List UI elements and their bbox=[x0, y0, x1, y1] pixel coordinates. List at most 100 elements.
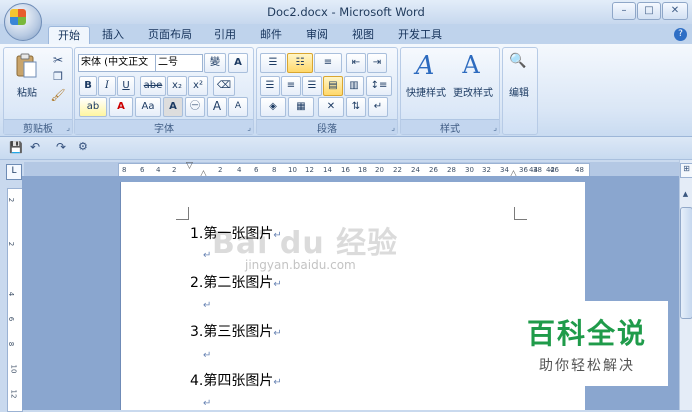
bullets-icon[interactable]: ☰ bbox=[260, 53, 286, 73]
window-title: Doc2.docx - Microsoft Word bbox=[267, 5, 425, 19]
office-logo-icon bbox=[10, 9, 26, 25]
maximize-button[interactable]: □ bbox=[637, 2, 661, 20]
tab-references[interactable]: 引用 bbox=[208, 26, 242, 44]
shrink-font-button[interactable]: A bbox=[228, 97, 248, 117]
paragraph-mark-icon: ↵ bbox=[203, 250, 212, 261]
strikethrough-button[interactable]: abe bbox=[140, 76, 166, 96]
superscript-button[interactable]: x² bbox=[188, 76, 208, 96]
ruler-tick-label: 2 bbox=[172, 166, 177, 174]
multilevel-list-icon[interactable]: ≡ bbox=[314, 53, 342, 73]
badge-title: 百科全说 bbox=[526, 317, 647, 350]
line-spacing-icon[interactable]: ↕≡ bbox=[366, 76, 392, 96]
font-name-combo[interactable]: 宋体 (中文正文 bbox=[78, 54, 156, 72]
format-painter-icon[interactable]: 🖌 bbox=[50, 88, 66, 102]
undo-icon[interactable]: ↶ bbox=[30, 140, 40, 154]
font-color-button[interactable]: A bbox=[109, 97, 133, 117]
ruler-tick-label: 44 bbox=[529, 166, 538, 174]
ruler-toggle-button[interactable]: L bbox=[6, 164, 22, 180]
paragraph-mark-icon: ↵ bbox=[203, 350, 212, 361]
close-button[interactable]: ✕ bbox=[662, 2, 688, 20]
customize-qat-icon[interactable]: ⚙ bbox=[78, 140, 88, 153]
enclose-characters-icon[interactable]: ㊀ bbox=[185, 97, 205, 117]
dialog-launcher-icon[interactable]: ⌟ bbox=[247, 123, 251, 132]
change-styles-icon[interactable]: A bbox=[454, 51, 488, 79]
list-item-text: 2.第二张图片 bbox=[190, 275, 274, 291]
font-size-combo[interactable]: 二号 bbox=[155, 54, 203, 72]
view-ruler-icon[interactable]: ⊞ bbox=[680, 163, 692, 178]
tab-view[interactable]: 视图 bbox=[346, 26, 380, 44]
character-shading-icon[interactable]: A bbox=[163, 97, 183, 117]
change-styles-label[interactable]: 更改样式 bbox=[449, 84, 497, 99]
borders-icon[interactable]: ▦ bbox=[288, 97, 314, 117]
ruler-tick-label: 18 bbox=[358, 166, 367, 174]
cut-icon[interactable]: ✂ bbox=[50, 53, 66, 67]
increase-indent-icon[interactable]: ⇥ bbox=[367, 53, 387, 73]
ruler-tick-label: 8 bbox=[272, 166, 277, 174]
dialog-launcher-icon[interactable]: ⌟ bbox=[66, 123, 70, 132]
change-case-button[interactable]: Aa bbox=[135, 97, 161, 117]
ruler-tick-label: 12 bbox=[305, 166, 314, 174]
tab-review[interactable]: 审阅 bbox=[300, 26, 334, 44]
dialog-launcher-icon[interactable]: ⌟ bbox=[493, 123, 497, 132]
paragraph-mark-icon: ↵ bbox=[273, 377, 282, 388]
dialog-launcher-icon[interactable]: ⌟ bbox=[391, 123, 395, 132]
ruler-tick-label: 8 bbox=[122, 166, 127, 174]
quick-styles-icon[interactable]: A bbox=[408, 51, 442, 81]
scroll-up-icon[interactable]: ▲ bbox=[680, 190, 691, 204]
distributed-icon[interactable]: ▥ bbox=[344, 76, 364, 96]
subscript-button[interactable]: x₂ bbox=[167, 76, 187, 96]
align-right-icon[interactable]: ☰ bbox=[302, 76, 322, 96]
list-item[interactable]: 3.第三张图片↵ bbox=[190, 321, 282, 341]
highlight-color-icon[interactable]: ab bbox=[79, 97, 107, 117]
align-left-icon[interactable]: ☰ bbox=[260, 76, 280, 96]
redo-icon[interactable]: ↷ bbox=[56, 140, 66, 154]
quick-styles-label[interactable]: 快捷样式 bbox=[402, 84, 450, 99]
quick-access-toolbar bbox=[0, 137, 692, 160]
chinese-layout-icon[interactable]: ✕ bbox=[318, 97, 344, 117]
list-item[interactable]: 2.第二张图片↵ bbox=[190, 272, 282, 292]
tab-developer[interactable]: 开发工具 bbox=[392, 26, 448, 44]
paste-button-label[interactable]: 粘贴 bbox=[12, 84, 42, 99]
editing-label[interactable]: 编辑 bbox=[503, 84, 535, 99]
find-binoculars-icon[interactable]: 🔍 bbox=[508, 53, 528, 69]
paragraph-mark-icon: ↵ bbox=[203, 398, 212, 409]
numbering-icon[interactable]: ☷ bbox=[287, 53, 313, 73]
align-center-icon[interactable]: ≡ bbox=[281, 76, 301, 96]
scroll-thumb[interactable] bbox=[680, 207, 692, 319]
indent-marker-icon[interactable]: ▽ bbox=[186, 161, 193, 171]
help-icon[interactable]: ? bbox=[674, 28, 687, 41]
copy-icon[interactable]: ❐ bbox=[50, 70, 66, 83]
list-item[interactable]: 4.第四张图片↵ bbox=[190, 370, 282, 390]
styles-group-label: 样式 bbox=[401, 119, 499, 135]
paste-icon[interactable] bbox=[14, 52, 38, 80]
tab-home[interactable]: 开始 bbox=[48, 26, 90, 45]
show-marks-icon[interactable]: ↵ bbox=[368, 97, 388, 117]
ruler-tick-label: 36 bbox=[519, 166, 528, 174]
ruler-tick-label: 14 bbox=[323, 166, 332, 174]
clear-formatting-icon[interactable]: ⌫ bbox=[213, 76, 235, 96]
minimize-button[interactable]: – bbox=[612, 2, 636, 20]
character-border-icon[interactable]: A bbox=[228, 53, 248, 73]
italic-button[interactable]: I bbox=[98, 76, 116, 96]
phonetic-guide-icon[interactable]: 變 bbox=[204, 53, 226, 73]
sort-icon[interactable]: ⇅ bbox=[346, 97, 366, 117]
ruler-tick-label: 48 bbox=[575, 166, 584, 174]
list-item[interactable]: 1.第一张图片↵ bbox=[190, 223, 282, 243]
underline-button[interactable]: U bbox=[117, 76, 135, 96]
grow-font-button[interactable]: A bbox=[207, 97, 227, 117]
tab-mailings[interactable]: 邮件 bbox=[254, 26, 288, 44]
tab-page-layout[interactable]: 页面布局 bbox=[142, 26, 198, 44]
shading-icon[interactable]: ◈ bbox=[260, 97, 286, 117]
margin-corner-right bbox=[514, 207, 527, 220]
vertical-ruler bbox=[7, 188, 23, 412]
tab-insert[interactable]: 插入 bbox=[96, 26, 130, 44]
justify-icon[interactable]: ▤ bbox=[323, 76, 343, 96]
watermark-url: jingyan.baidu.com bbox=[245, 258, 356, 272]
decrease-indent-icon[interactable]: ⇤ bbox=[346, 53, 366, 73]
vertical-ruler-tick-label: 10 bbox=[9, 364, 18, 374]
bold-button[interactable]: B bbox=[79, 76, 97, 96]
list-item-text: 3.第三张图片 bbox=[190, 324, 274, 340]
save-icon[interactable]: 💾 bbox=[9, 141, 23, 154]
paragraph-mark-icon: ↵ bbox=[273, 279, 282, 290]
ruler-tick-label: 2 bbox=[218, 166, 223, 174]
